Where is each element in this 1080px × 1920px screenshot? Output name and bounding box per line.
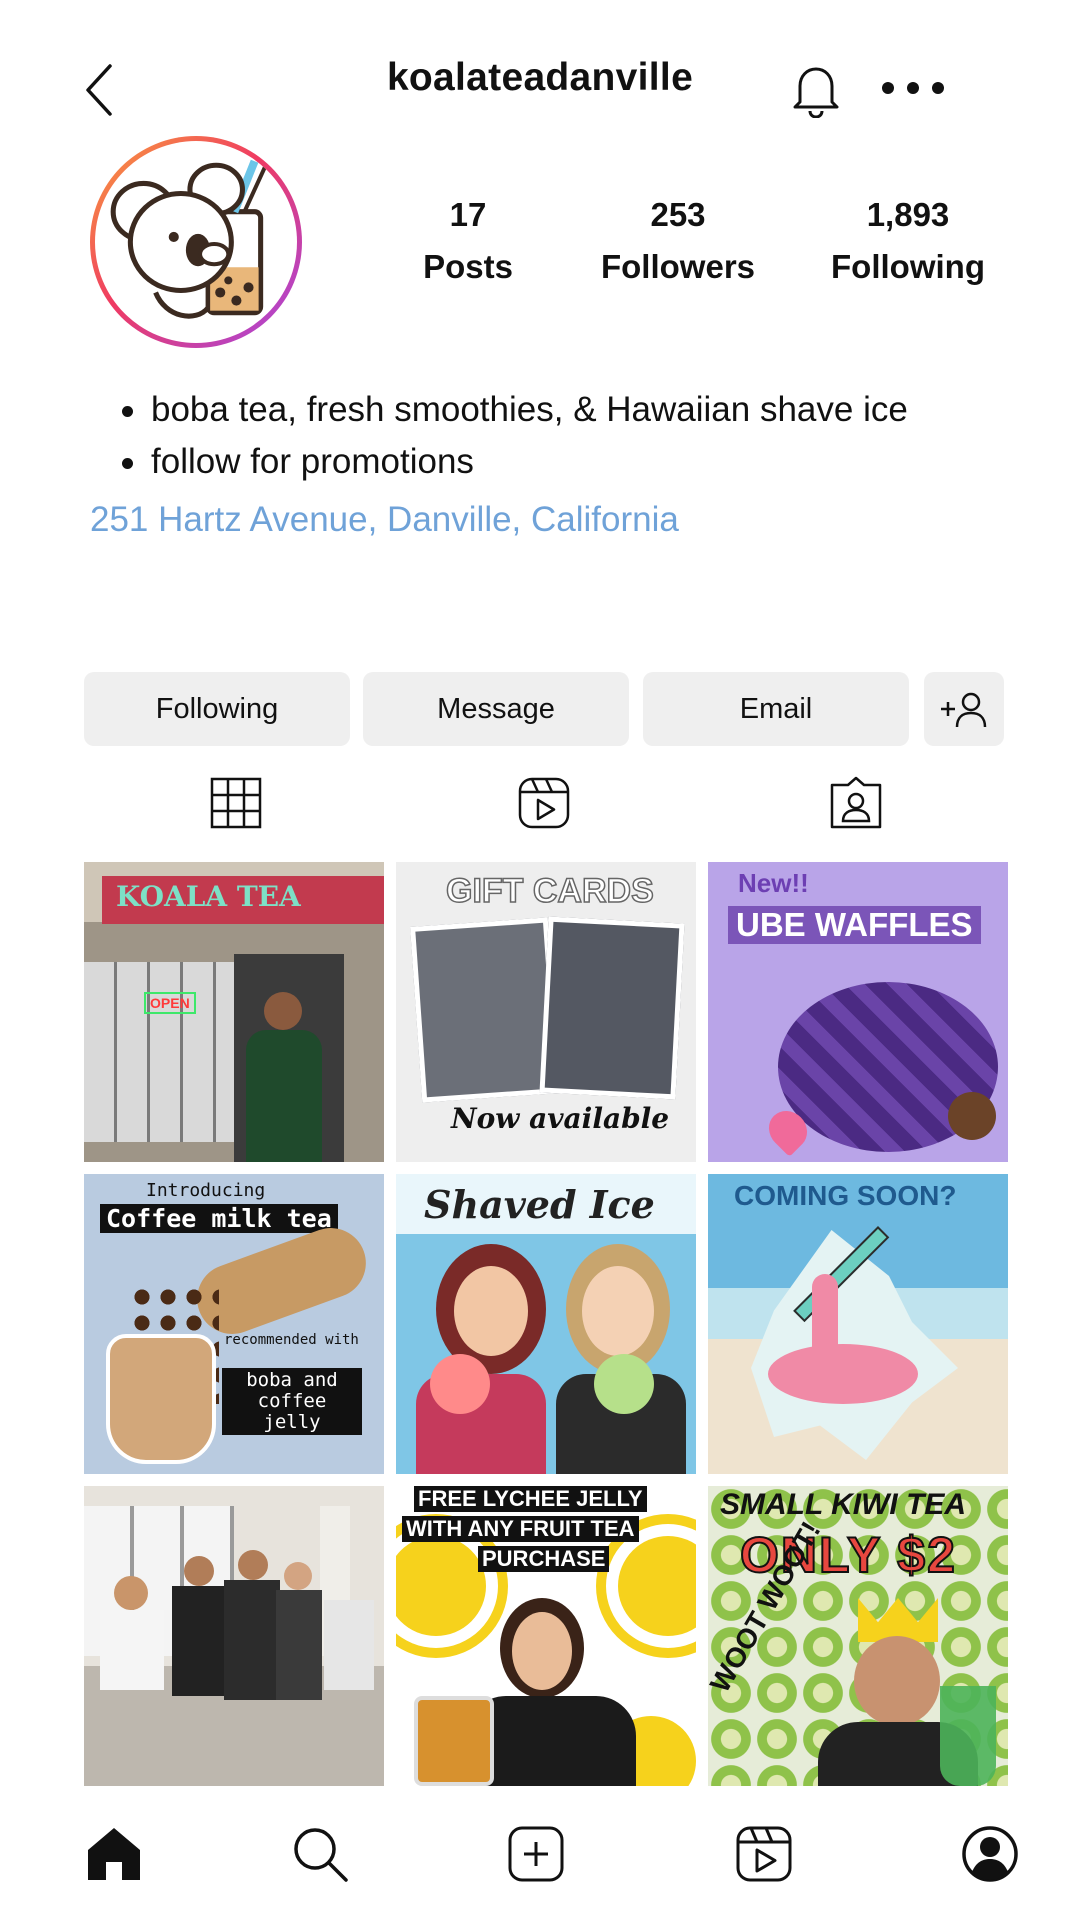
bio-line: follow for promotions <box>90 436 1030 488</box>
post-tile[interactable]: New!! UBE WAFFLES <box>708 862 1008 1162</box>
post-sub: New!! <box>738 868 809 898</box>
post-sub: Now available <box>451 1102 670 1135</box>
post-tile[interactable]: Introducing Coffee milk tea recommended … <box>84 1174 384 1474</box>
post-extra: recommended with <box>224 1332 359 1348</box>
stat-label: Following <box>831 248 985 285</box>
post-tile[interactable] <box>84 1486 384 1786</box>
avatar[interactable] <box>90 136 302 348</box>
reels-icon[interactable] <box>516 775 572 831</box>
post-tile[interactable]: FREE LYCHEE JELLY WITH ANY FRUIT TEA PUR… <box>396 1486 696 1786</box>
post-tile[interactable]: COMING SOON? <box>708 1174 1008 1474</box>
stat-followers[interactable]: 253 Followers <box>590 196 766 286</box>
stat-label: Posts <box>423 248 513 285</box>
post-extra: boba and coffee jelly <box>222 1368 362 1435</box>
stat-posts[interactable]: 17 Posts <box>400 196 536 286</box>
tagged-icon[interactable] <box>828 775 884 831</box>
post-caption: SMALL KIWI TEA <box>720 1488 967 1521</box>
post-caption: KOALA TEA <box>116 880 301 913</box>
stat-following[interactable]: 1,893 Following <box>818 196 998 286</box>
search-icon[interactable] <box>290 1824 350 1884</box>
address-link[interactable]: 251 Hartz Avenue, Danville, California <box>90 494 1030 546</box>
post-sub: WITH ANY FRUIT TEA <box>402 1516 639 1542</box>
post-sub: OPEN <box>144 992 196 1014</box>
post-caption: GIFT CARDS <box>445 871 654 911</box>
reels-icon[interactable] <box>734 1824 794 1884</box>
post-tile[interactable]: SMALL KIWI TEA ONLY $2 WOOT WOOT! <box>708 1486 1008 1786</box>
post-tile[interactable]: Shaved Ice <box>396 1174 696 1474</box>
post-caption: Coffee milk tea <box>100 1204 338 1233</box>
stat-value: 253 <box>650 196 706 233</box>
stat-value: 1,893 <box>866 196 950 233</box>
profile-icon[interactable] <box>960 1824 1020 1884</box>
email-button[interactable]: Email <box>643 672 909 746</box>
add-user-icon <box>941 692 987 728</box>
bottom-nav <box>0 1800 1080 1920</box>
post-extra: PURCHASE <box>478 1546 610 1572</box>
post-caption: Shaved Ice <box>424 1182 655 1227</box>
home-icon[interactable] <box>84 1824 144 1884</box>
post-sub: Introducing <box>146 1180 266 1201</box>
following-button[interactable]: Following <box>84 672 350 746</box>
bell-icon[interactable] <box>790 62 842 118</box>
stat-value: 17 <box>449 196 487 233</box>
bio-line: boba tea, fresh smoothies, & Hawaiian sh… <box>90 384 1030 436</box>
message-button[interactable]: Message <box>363 672 629 746</box>
post-tile[interactable]: KOALA TEA OPEN <box>84 862 384 1162</box>
post-caption: COMING SOON? <box>734 1180 957 1211</box>
plus-square-icon[interactable] <box>506 1824 566 1884</box>
stat-label: Followers <box>600 248 756 285</box>
post-tile[interactable]: GIFT CARDS Now available <box>396 862 696 1162</box>
add-user-button[interactable] <box>924 672 1004 746</box>
grid-icon[interactable] <box>208 775 264 831</box>
profile-bio: boba tea, fresh smoothies, & Hawaiian sh… <box>90 384 1030 546</box>
koala-logo-image <box>95 141 297 343</box>
more-dots-icon[interactable] <box>880 74 946 102</box>
post-caption: UBE WAFFLES <box>728 906 981 944</box>
post-caption: FREE LYCHEE JELLY <box>414 1486 647 1512</box>
profile-tabs <box>84 775 1004 835</box>
